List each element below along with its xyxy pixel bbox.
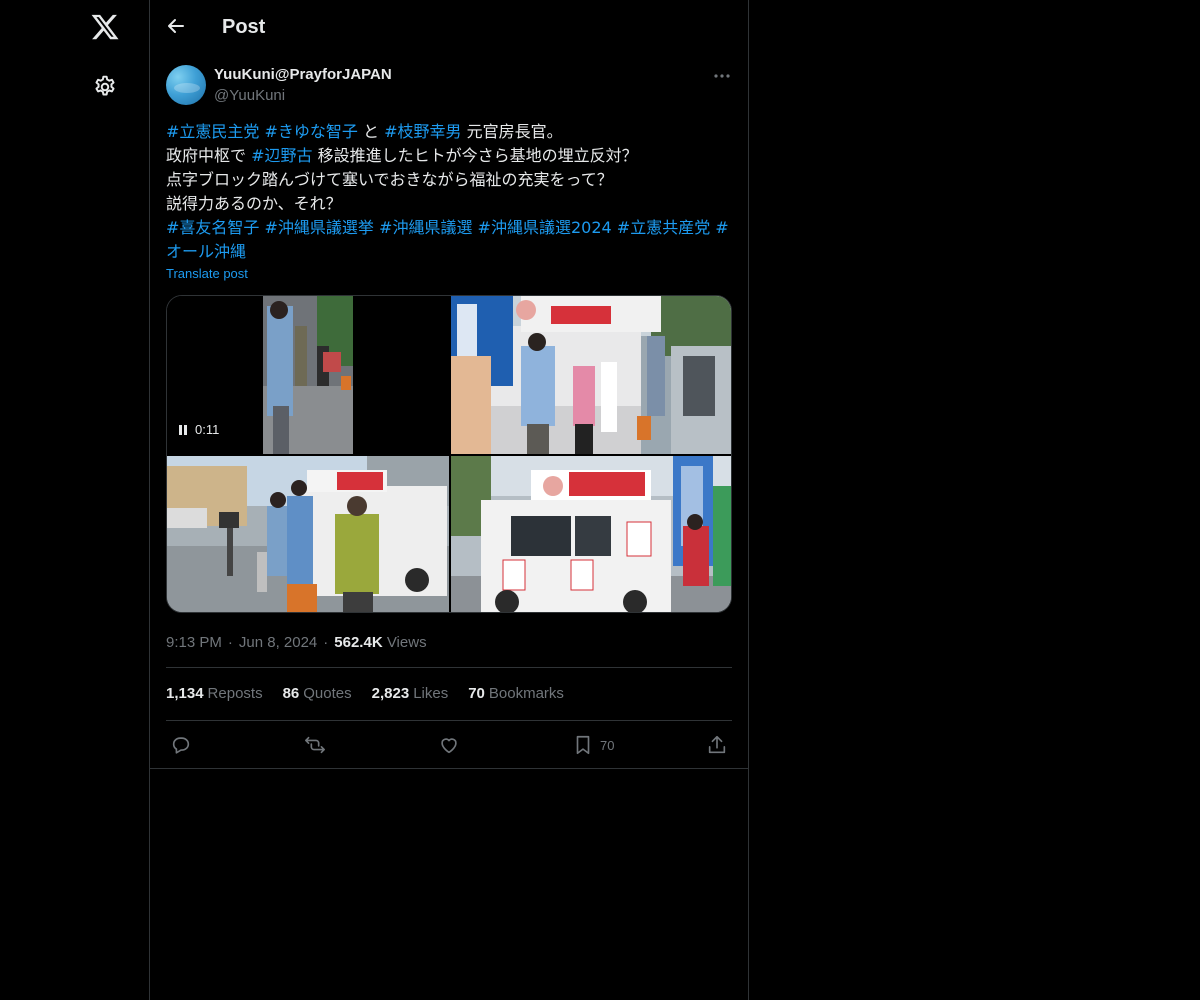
divider — [166, 720, 732, 721]
post-time[interactable]: 9:13 PM — [166, 634, 222, 651]
bookmarks-label: Bookmarks — [488, 685, 564, 702]
separator-dot: · — [323, 634, 329, 651]
likes-stat[interactable]: 2,823 Likes — [372, 682, 449, 706]
post-text-line: 説得力あるのか、それ？ — [166, 194, 342, 213]
video-duration: 0:11 — [195, 422, 220, 437]
post-text-line: #喜友名智子 #沖縄県議選挙 #沖縄県議選 #沖縄県議選2024 #立憲共産党 … — [166, 216, 732, 240]
page-title: Post — [222, 16, 266, 38]
hashtag-link[interactable]: #喜友名智子 — [166, 218, 259, 237]
hashtag-link[interactable]: #辺野古 — [251, 146, 312, 165]
reposts-count: 1,134 — [166, 685, 204, 702]
x-logo-icon[interactable] — [90, 12, 120, 42]
like-button[interactable] — [438, 732, 460, 758]
photo-thumbnail[interactable] — [451, 456, 731, 612]
display-name[interactable]: YuuKuni@PrayforJAPAN — [214, 65, 392, 85]
bookmark-button[interactable]: 70 — [572, 732, 614, 758]
hashtag-link[interactable]: #沖縄県議選 — [379, 218, 472, 237]
views-count: 562.4K — [334, 634, 383, 651]
repost-button[interactable] — [304, 732, 326, 758]
main-column: Post YuuKuni@PrayforJAPAN @YuuKuni #立憲民主… — [150, 0, 749, 1000]
divider — [150, 768, 748, 769]
photo-thumbnail[interactable] — [451, 296, 731, 454]
photo-thumbnail[interactable] — [167, 456, 449, 612]
video-thumbnail[interactable]: 0:11 — [167, 296, 449, 454]
text-segment: 移設推進したヒトが今さら基地の埋立反対？ — [317, 146, 638, 165]
bookmarks-count: 70 — [468, 685, 485, 702]
left-nav — [0, 0, 150, 1000]
likes-count: 2,823 — [371, 685, 410, 702]
pause-icon[interactable] — [177, 424, 189, 436]
likes-label: Likes — [413, 685, 449, 702]
media-grid: 0:11 — [166, 295, 732, 613]
hashtag-link[interactable]: # — [715, 218, 728, 237]
hashtag-link[interactable]: #枝野幸男 — [384, 122, 461, 141]
header: Post — [150, 0, 748, 53]
quotes-label: Quotes — [303, 685, 352, 702]
share-button[interactable] — [706, 732, 728, 758]
back-arrow-icon[interactable] — [164, 14, 188, 38]
text-segment: と — [363, 122, 380, 141]
translate-post-link[interactable]: Translate post — [166, 266, 248, 282]
reposts-label: Reposts — [207, 685, 263, 702]
separator-dot: · — [227, 634, 233, 651]
more-icon[interactable] — [712, 66, 732, 86]
post-text-line: 政府中枢で #辺野古 移設推進したヒトが今さら基地の埋立反対？ — [166, 144, 732, 168]
user-handle[interactable]: @YuuKuni — [214, 86, 285, 106]
post-date[interactable]: Jun 8, 2024 — [239, 634, 317, 651]
post-meta: 9:13 PM · Jun 8, 2024 · 562.4K Views — [166, 633, 427, 653]
divider — [166, 667, 732, 668]
bookmark-count: 70 — [600, 737, 615, 753]
reply-icon — [172, 737, 190, 754]
page: Post YuuKuni@PrayforJAPAN @YuuKuni #立憲民主… — [0, 0, 1200, 1000]
views-label: Views — [386, 634, 427, 651]
share-icon — [708, 735, 726, 754]
post-text-line: 点字ブロック踏んづけて塞いでおきながら福祉の充実をって？ — [166, 170, 613, 189]
text-segment: 政府中枢で — [166, 146, 247, 165]
repost-icon — [305, 736, 325, 754]
post-text-line: #立憲民主党 #きゆな智子 と #枝野幸男 元官房長官。 — [166, 120, 732, 144]
post-stats: 1,134 Reposts 86 Quotes 2,823 Likes 70 Bookm… — [166, 682, 564, 706]
hashtag-link[interactable]: #きゆな智子 — [265, 122, 358, 141]
settings-icon[interactable] — [92, 74, 118, 100]
hashtag-link[interactable]: #立憲民主党 — [166, 122, 259, 141]
action-bar: 70 — [166, 732, 732, 758]
quotes-stat[interactable]: 86 Quotes — [283, 682, 352, 706]
post-text-line: オール沖縄 — [166, 240, 732, 264]
bookmark-icon — [576, 735, 590, 755]
hashtag-link[interactable]: #立憲共産党 — [617, 218, 710, 237]
text-segment: 元官房長官。 — [466, 122, 563, 141]
post-text: #立憲民主党 #きゆな智子 と #枝野幸男 元官房長官。 政府中枢で #辺野古 … — [166, 120, 732, 264]
video-timer: 0:11 — [177, 422, 219, 438]
hashtag-link[interactable]: オール沖縄 — [166, 242, 246, 261]
bookmarks-stat[interactable]: 70 Bookmarks — [468, 682, 564, 706]
hashtag-link[interactable]: #沖縄県議選挙 — [265, 218, 374, 237]
hashtag-link[interactable]: #沖縄県議選2024 — [478, 218, 612, 237]
quotes-count: 86 — [282, 685, 300, 702]
avatar[interactable] — [166, 65, 206, 105]
like-icon — [441, 738, 457, 754]
reply-button[interactable] — [170, 732, 192, 758]
reposts-stat[interactable]: 1,134 Reposts — [166, 682, 263, 706]
